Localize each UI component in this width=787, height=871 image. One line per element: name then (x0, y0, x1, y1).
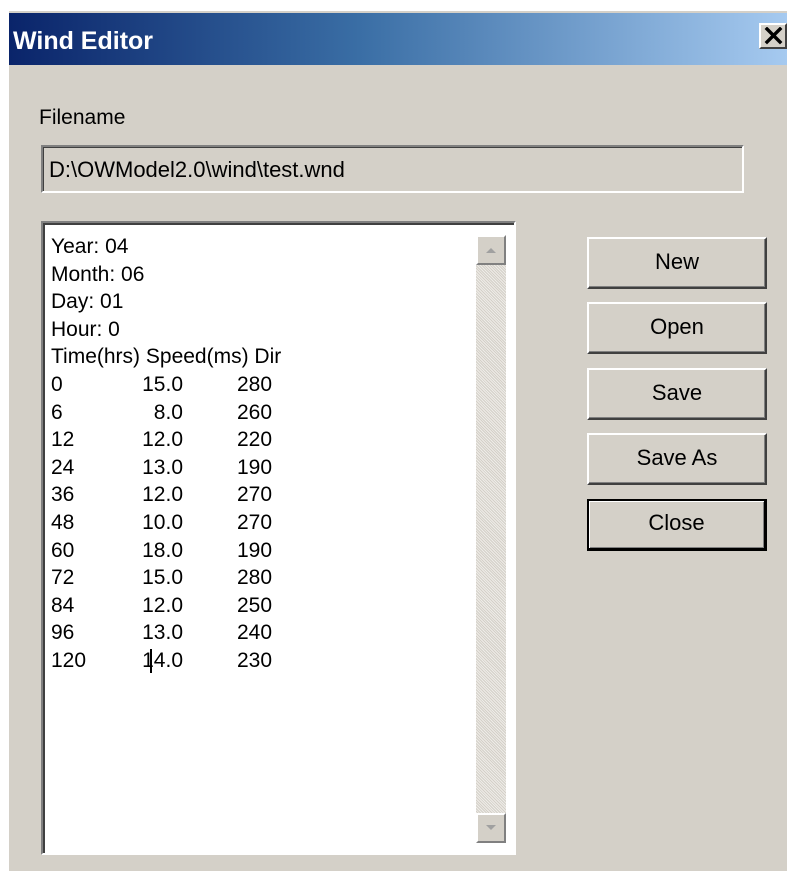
scroll-up-button[interactable] (476, 235, 506, 265)
data-row: 12 12.0 220 (51, 426, 471, 454)
speed-cell: 18.0 (142, 538, 183, 562)
speed-cell: 10.0 (142, 510, 183, 534)
dir-cell: 230 (237, 648, 273, 672)
dir-cell: 240 (237, 621, 273, 645)
wind-data-content[interactable]: Year: 04 Month: 06 Day: 01 Hour: 0 Time(… (51, 233, 471, 675)
data-row: 48 10.0 270 (51, 509, 471, 537)
speed-cell: 13.0 (142, 621, 183, 645)
filename-field[interactable]: D:\OWModel2.0\wind\test.wnd (41, 145, 744, 193)
time-cell: 84 (51, 593, 75, 617)
open-button[interactable]: Open (587, 302, 767, 354)
dir-cell: 270 (237, 483, 273, 507)
title-bar[interactable]: Wind Editor (9, 13, 787, 65)
data-row: 60 18.0 190 (51, 537, 471, 565)
time-cell: 120 (51, 648, 87, 672)
dir-cell: 220 (237, 428, 273, 452)
speed-cell: 12.0 (142, 593, 183, 617)
text-caret (150, 648, 152, 673)
time-cell: 48 (51, 510, 75, 534)
speed-cell: 14.0 (142, 648, 183, 672)
wind-editor-dialog: Wind Editor Filename D:\OWModel2.0\wind\… (8, 10, 787, 871)
speed-cell: 12.0 (142, 483, 183, 507)
dir-cell: 260 (237, 400, 273, 424)
speed-cell: 15.0 (142, 372, 183, 396)
day-line: Day: 01 (51, 290, 124, 314)
time-cell: 12 (51, 428, 75, 452)
column-header-line: Time(hrs) Speed(ms) Dir (51, 345, 282, 369)
data-row: 0 15.0 280 (51, 371, 471, 399)
speed-cell: 12.0 (142, 428, 183, 452)
close-window-button[interactable] (759, 23, 787, 49)
speed-cell: 8.0 (153, 400, 183, 424)
vertical-scrollbar[interactable] (476, 235, 506, 843)
data-row: 96 13.0 240 (51, 619, 471, 647)
filename-label: Filename (39, 106, 126, 129)
data-row: 120 14.0 230 (51, 647, 471, 675)
hour-line: Hour: 0 (51, 317, 120, 341)
data-row: 84 12.0 250 (51, 592, 471, 620)
speed-cell: 13.0 (142, 455, 183, 479)
data-row: 6 8.0 260 (51, 399, 471, 427)
month-line: Month: 06 (51, 262, 145, 286)
dir-cell: 270 (237, 510, 273, 534)
dir-cell: 190 (237, 455, 273, 479)
data-row: 36 12.0 270 (51, 481, 471, 509)
data-row: 72 15.0 280 (51, 564, 471, 592)
arrow-down-icon (486, 825, 496, 830)
close-icon (764, 27, 783, 45)
wind-data-textarea[interactable]: Year: 04 Month: 06 Day: 01 Hour: 0 Time(… (41, 221, 516, 855)
time-cell: 60 (51, 538, 75, 562)
dir-cell: 190 (237, 538, 273, 562)
time-cell: 6 (51, 400, 63, 424)
dir-cell: 280 (237, 566, 273, 590)
window-title: Wind Editor (13, 27, 154, 55)
save-as-button[interactable]: Save As (587, 433, 767, 485)
speed-cell: 15.0 (142, 566, 183, 590)
dir-cell: 280 (237, 372, 273, 396)
time-cell: 96 (51, 621, 75, 645)
close-button[interactable]: Close (587, 499, 767, 551)
time-cell: 72 (51, 566, 75, 590)
dir-cell: 250 (237, 593, 273, 617)
arrow-up-icon (486, 248, 496, 253)
time-cell: 24 (51, 455, 75, 479)
time-cell: 36 (51, 483, 75, 507)
save-button[interactable]: Save (587, 368, 767, 420)
data-row: 24 13.0 190 (51, 454, 471, 482)
new-button[interactable]: New (587, 237, 767, 289)
time-cell: 0 (51, 372, 63, 396)
scroll-down-button[interactable] (476, 813, 506, 843)
year-line: Year: 04 (51, 235, 129, 258)
